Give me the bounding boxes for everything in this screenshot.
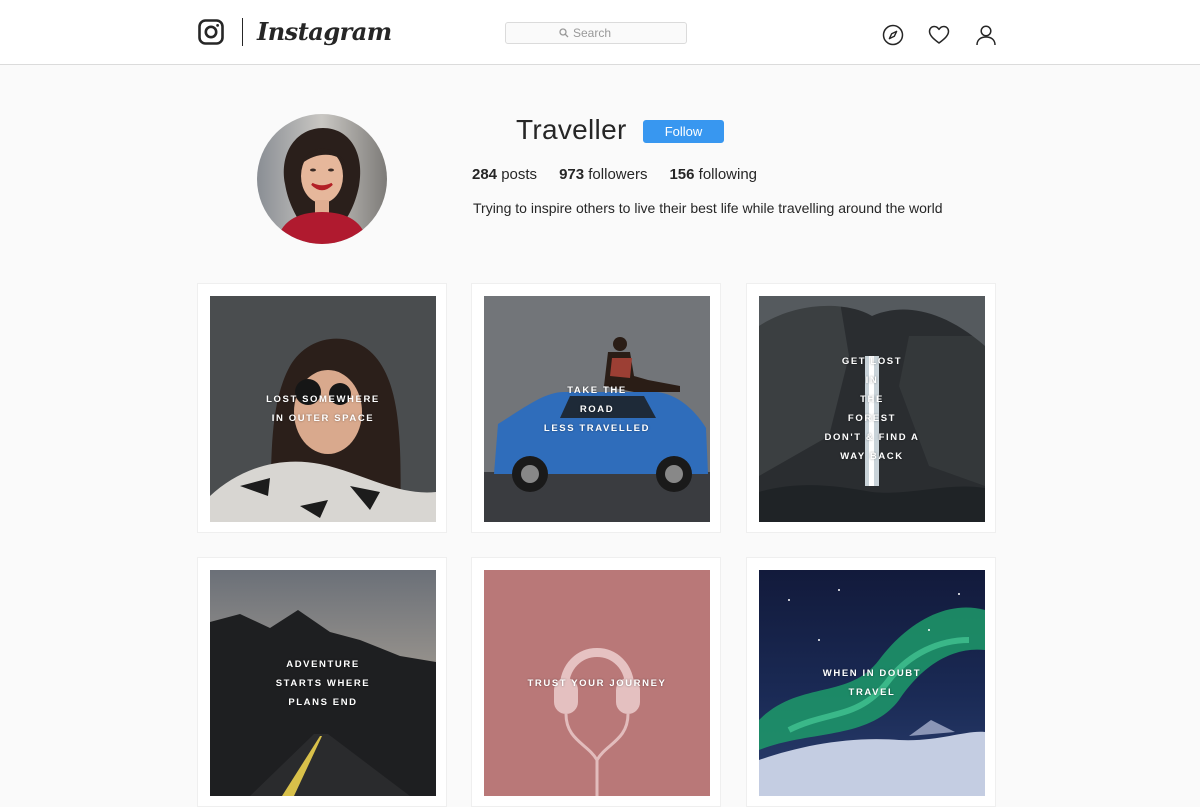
user-icon[interactable] — [975, 24, 997, 46]
post-caption: WHEN IN DOUBT TRAVEL — [822, 668, 922, 698]
post-tile[interactable]: ADVENTURE STARTS WHERE PLANS END — [197, 557, 447, 807]
post-caption: GET LOST IN THE FOREST DON'T & FIND A WA… — [824, 356, 920, 462]
post-image: LOST SOMEWHERE IN OUTER SPACE — [210, 296, 436, 522]
posts-stat: 284 posts — [472, 166, 537, 183]
post-caption: TRUST YOUR JOURNEY — [527, 677, 667, 689]
post-image: ADVENTURE STARTS WHERE PLANS END — [210, 570, 436, 796]
posts-count: 284 — [472, 166, 498, 183]
followers-stat[interactable]: 973 followers — [559, 166, 647, 183]
heart-icon[interactable] — [928, 24, 950, 46]
post-caption: LOST SOMEWHERE IN OUTER SPACE — [266, 394, 380, 424]
post-caption: TAKE THE ROAD LESS TRAVELLED — [543, 384, 651, 434]
profile-avatar[interactable] — [257, 114, 387, 244]
followers-label: followers — [588, 166, 648, 183]
post-tile[interactable]: LOST SOMEWHERE IN OUTER SPACE — [197, 283, 447, 533]
post-tile[interactable]: TRUST YOUR JOURNEY — [471, 557, 721, 807]
post-tile[interactable]: TAKE THE ROAD LESS TRAVELLED — [471, 283, 721, 533]
profile-stats: 284 posts 973 followers 156 following — [472, 166, 757, 183]
profile-bio: Trying to inspire others to live their b… — [473, 200, 943, 216]
posts-label: posts — [501, 166, 538, 183]
post-tile[interactable]: GET LOST IN THE FOREST DON'T & FIND A WA… — [746, 283, 996, 533]
compass-icon[interactable] — [882, 24, 904, 46]
post-caption: ADVENTURE STARTS WHERE PLANS END — [275, 658, 371, 708]
instagram-wordmark[interactable]: Instagram — [257, 14, 392, 50]
search-input[interactable] — [569, 26, 633, 40]
search-icon — [559, 28, 569, 38]
instagram-glyph-icon[interactable] — [198, 19, 224, 45]
post-image: TAKE THE ROAD LESS TRAVELLED — [484, 296, 710, 522]
post-tile[interactable]: WHEN IN DOUBT TRAVEL — [746, 557, 996, 807]
search-box[interactable] — [505, 22, 687, 44]
following-count: 156 — [669, 166, 695, 183]
profile-username: Traveller — [516, 114, 627, 145]
post-image: GET LOST IN THE FOREST DON'T & FIND A WA… — [759, 296, 985, 522]
following-label: following — [698, 166, 758, 183]
followers-count: 973 — [559, 166, 585, 183]
post-image: WHEN IN DOUBT TRAVEL — [759, 570, 985, 796]
top-navigation-bar: Instagram — [0, 0, 1200, 65]
post-image: TRUST YOUR JOURNEY — [484, 570, 710, 796]
following-stat[interactable]: 156 following — [669, 166, 757, 183]
logo-divider — [242, 18, 243, 46]
follow-button[interactable]: Follow — [643, 120, 724, 143]
